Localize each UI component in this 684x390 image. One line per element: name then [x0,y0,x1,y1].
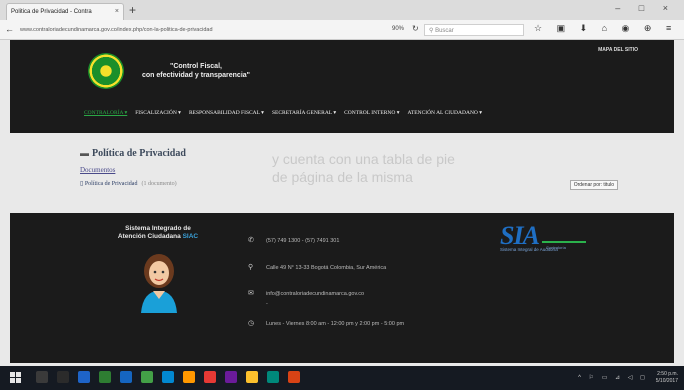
siac-accent: SIAC [182,233,199,240]
email-text-2: - [266,301,268,307]
search-app-icon[interactable] [36,371,48,383]
menu-item-atencion-ciudadano[interactable]: ATENCIÓN AL CIUDADANO ▾ [408,110,483,122]
contraloria-logo[interactable] [88,53,124,89]
site-slogan: "Control Fiscal, con efectividad y trans… [130,62,262,80]
phone-icon: ✆ [248,237,254,244]
outlook-icon[interactable] [162,371,174,383]
zoom-level[interactable]: 90% [392,26,404,32]
menu-item-contraloria[interactable]: CONTRALORÍA ▾ [84,110,127,122]
firefox-icon[interactable] [288,371,300,383]
search-placeholder: Buscar [435,28,454,34]
clock-icon: ◷ [248,320,255,327]
back-arrow-icon[interactable]: ← [5,24,14,34]
clock-time: 2:50 p.m. [657,371,678,377]
background-bleed-text: y cuenta con una tabla de pie de página … [272,150,672,186]
menu-item-secretaria-general[interactable]: SECRETARÍA GENERAL ▾ [272,110,336,122]
bleed-line-1: y cuenta con una tabla de pie [272,151,455,167]
tab-title: Politica de Privacidad - Contra [11,9,92,15]
browser-tab-bar: Politica de Privacidad - Contra × + – □ … [0,0,684,20]
word-icon[interactable] [120,371,132,383]
clock-date: 5/10/2017 [655,378,678,384]
taskbar-apps [36,371,300,383]
window-controls[interactable]: – □ × [615,3,676,13]
hours-text: Lunes - Viernes 8:00 am - 12:00 pm y 2:0… [266,321,405,327]
contact-hours: ◷ Lunes - Viernes 8:00 am - 12:00 pm y 2:… [248,319,468,327]
task-view-icon[interactable] [57,371,69,383]
chrome-icon[interactable] [246,371,258,383]
email-icon: ✉ [248,290,254,297]
contact-address: ⚲ Calle 49 N° 13-33 Bogotá Colombia, Sur … [248,263,468,271]
menu-item-control-interno[interactable]: CONTROL INTERNO ▾ [344,110,399,122]
menu-item-responsabilidad-fiscal[interactable]: RESPONSABILIDAD FISCAL ▾ [189,110,264,122]
sia-logo[interactable]: SIA Contraloría Sistema Integral de Audi… [500,221,610,271]
address-text: Calle 49 N° 13-33 Bogotá Colombia, Sur A… [266,265,387,271]
powerpoint-icon[interactable] [204,371,216,383]
address-bar[interactable]: www.contraloriadecundinamarca.gov.co/ind… [20,24,390,36]
slogan-line-1: "Control Fiscal, [170,63,222,70]
taskbar-clock[interactable]: 2:50 p.m. 5/10/2017 [656,371,678,385]
browser-nav-bar: ← www.contraloriadecundinamarca.gov.co/i… [0,20,684,40]
siac-avatar [141,254,177,313]
windows-taskbar: ^ ⚐ ▭ ⊿ ◁ ◻ 2:50 p.m. 5/10/2017 [0,366,684,390]
contact-email: ✉ info@contraloriadecundinamarca.gov.co [248,289,468,297]
bleed-line-2: de página de la misma [272,169,413,185]
toolbar-icons[interactable]: ☆ ▣ ⬇ ⌂ ◉ ⊕ ≡ [534,23,677,34]
site-header: "Control Fiscal, con efectividad y trans… [10,40,674,133]
search-input[interactable]: ⚲ Buscar [424,24,524,36]
siac-title: Sistema Integrado de Atención Ciudadana … [110,225,206,241]
sia-logo-small: Contraloría [546,245,566,250]
menu-item-fiscalizacion[interactable]: FISCALIZACIÓN ▾ [135,110,181,122]
contact-email-2: - [248,301,468,307]
siac-line-2: Atención Ciudadana [117,233,181,240]
site-footer: Sistema Integrado de Atención Ciudadana … [10,213,674,363]
browser-tab[interactable]: Politica de Privacidad - Contra × [6,3,124,20]
sitemap-link[interactable]: MAPA DEL SITIO [598,47,638,53]
sia-logo-line [542,241,586,243]
onenote-icon[interactable] [225,371,237,383]
slogan-line-2: con efectividad y transparencia" [142,72,250,79]
folder-app-icon[interactable] [183,371,195,383]
reload-icon[interactable]: ↻ [412,24,419,33]
store-icon[interactable] [99,371,111,383]
windows-start-icon[interactable] [10,372,22,384]
phone-text: (57) 749 1300 - (57) 7491 301 [266,238,340,244]
edge-icon[interactable] [78,371,90,383]
contact-phone: ✆ (57) 749 1300 - (57) 7491 301 [248,236,468,244]
email-text[interactable]: info@contraloriadecundinamarca.gov.co [266,291,364,297]
page-title: Política de Privacidad [92,148,186,159]
main-menu: CONTRALORÍA ▾ FISCALIZACIÓN ▾ RESPONSABI… [84,110,482,122]
tab-close-icon[interactable]: × [115,8,119,15]
excel-icon[interactable] [141,371,153,383]
document-count: (1 documento) [141,180,177,187]
system-tray[interactable]: ^ ⚐ ▭ ⊿ ◁ ◻ [578,374,648,381]
new-tab-button[interactable]: + [129,3,136,17]
folder-icon: ▬ [80,148,89,158]
skype-icon[interactable] [267,371,279,383]
location-icon: ⚲ [248,264,254,271]
document-link[interactable]: Política de Privacidad [85,181,138,187]
siac-line-1: Sistema Integrado de [125,225,191,232]
